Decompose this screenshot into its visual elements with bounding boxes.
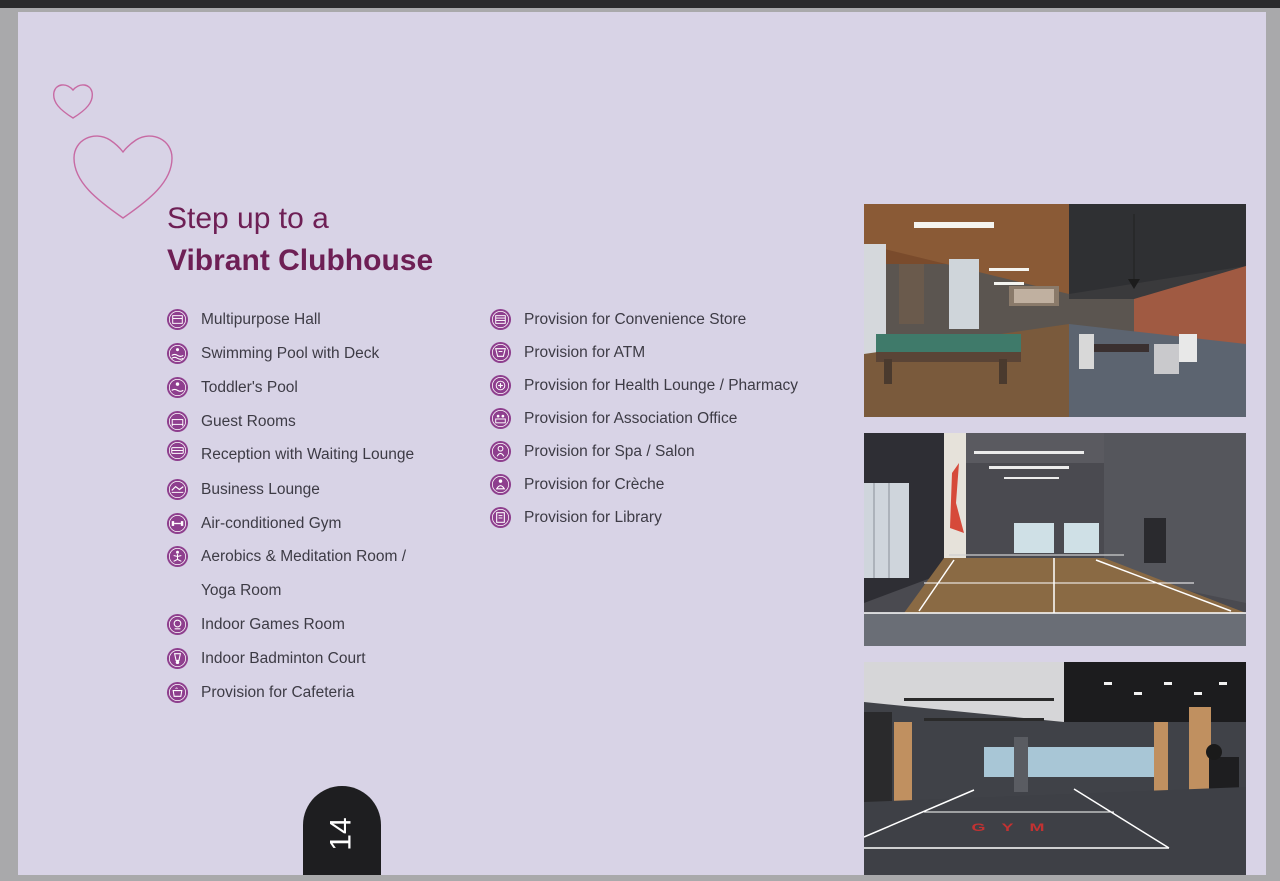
window-bottom-strip [0, 875, 1280, 881]
amenity-label-continued: Yoga Room [201, 582, 282, 599]
headline-line-2: Vibrant Clubhouse [167, 244, 434, 277]
hearts-decoration [53, 84, 173, 219]
page-number-text: 14 [325, 817, 358, 851]
amenity-label: Reception with Waiting Lounge [201, 446, 415, 463]
bed-icon [166, 410, 189, 433]
small-heart-icon [53, 84, 93, 119]
amenity-label: Provision for Association Office [524, 410, 738, 427]
yoga-icon [166, 545, 189, 568]
spa-icon [489, 440, 512, 463]
pool-icon [166, 342, 189, 365]
health-icon [489, 374, 512, 397]
amenity-label: Multipurpose Hall [201, 311, 321, 328]
page-number-tab: 14 [303, 786, 381, 875]
brochure-page: Step up to a Vibrant Clubhouse Multipurp… [18, 12, 1266, 875]
briefcase-icon [166, 478, 189, 501]
sofa-icon [166, 439, 189, 462]
dumbbell-icon [166, 512, 189, 535]
amenity-label: Provision for Convenience Store [524, 311, 747, 328]
amenity-label: Indoor Games Room [201, 616, 345, 633]
amenity-label: Toddler's Pool [201, 379, 298, 396]
hall-icon [166, 308, 189, 331]
amenity-label: Guest Rooms [201, 413, 296, 430]
atm-icon [489, 341, 512, 364]
shuttlecock-icon [166, 647, 189, 670]
headline: Step up to a Vibrant Clubhouse [167, 198, 433, 282]
page-number: 14 [303, 804, 381, 864]
window-top-strip [0, 0, 1280, 8]
office-icon [489, 407, 512, 430]
creche-icon [489, 473, 512, 496]
headline-line-1: Step up to a [167, 202, 329, 235]
amenity-label: Indoor Badminton Court [201, 650, 366, 667]
amenity-label: Swimming Pool with Deck [201, 345, 380, 362]
gym-photo: GYM [864, 662, 1246, 875]
large-heart-icon [73, 135, 173, 219]
clubhouse-lounge-photo [864, 204, 1246, 417]
amenity-label: Provision for ATM [524, 344, 646, 361]
store-icon [489, 308, 512, 331]
amenity-label: Provision for Health Lounge / Pharmacy [524, 377, 798, 394]
toddler-pool-icon [166, 376, 189, 399]
amenity-label: Provision for Spa / Salon [524, 443, 695, 460]
games-icon [166, 613, 189, 636]
gym-floor-text: GYM [972, 822, 1061, 834]
badminton-court-photo [864, 433, 1246, 646]
amenity-label: Business Lounge [201, 481, 320, 498]
amenity-label: Aerobics & Meditation Room / [201, 548, 407, 565]
amenity-label: Provision for Library [524, 509, 662, 526]
amenity-label: Provision for Cafeteria [201, 684, 355, 701]
amenity-label: Provision for Crèche [524, 476, 665, 493]
amenity-label: Air-conditioned Gym [201, 515, 342, 532]
cup-icon [166, 681, 189, 704]
book-icon [489, 506, 512, 529]
